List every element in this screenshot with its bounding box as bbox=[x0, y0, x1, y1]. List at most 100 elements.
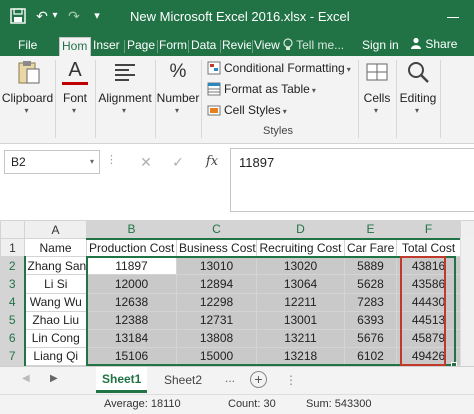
cell-b2[interactable]: 11897 bbox=[86, 256, 177, 276]
cell-d3[interactable]: 13064 bbox=[256, 274, 345, 294]
cell-styles-button[interactable]: Cell Styles ▾ bbox=[207, 100, 287, 120]
cell-d6[interactable]: 13211 bbox=[256, 328, 345, 348]
row-header[interactable]: 1 bbox=[0, 238, 25, 258]
tab-view[interactable]: View bbox=[254, 37, 282, 56]
cell-e6[interactable]: 5676 bbox=[344, 328, 397, 348]
cell-e2[interactable]: 5889 bbox=[344, 256, 397, 276]
cell-f5[interactable]: 44513 bbox=[396, 310, 461, 330]
row-header[interactable]: 2 bbox=[0, 256, 26, 276]
cell-c5[interactable]: 12731 bbox=[176, 310, 257, 330]
name-box[interactable]: B2 ▾ bbox=[4, 150, 100, 174]
cell-f6[interactable]: 45879 bbox=[396, 328, 461, 348]
cell-c4[interactable]: 12298 bbox=[176, 292, 257, 312]
cell-b5[interactable]: 12388 bbox=[86, 310, 177, 330]
clipboard-group[interactable]: Clipboard ▾ bbox=[0, 56, 55, 144]
font-label: Font bbox=[62, 91, 87, 105]
next-sheet-icon[interactable]: ▶ bbox=[50, 373, 58, 384]
cell-f2[interactable]: 43816 bbox=[396, 256, 461, 276]
column-header-b[interactable]: B bbox=[86, 219, 177, 240]
cell-b4[interactable]: 12638 bbox=[86, 292, 177, 312]
cell-c1[interactable]: Business Cost bbox=[176, 238, 257, 258]
cell-b3[interactable]: 12000 bbox=[86, 274, 177, 294]
tab-splitter-icon[interactable]: ⋮ bbox=[285, 373, 297, 387]
row-header[interactable]: 7 bbox=[0, 346, 26, 367]
cell-b7[interactable]: 15106 bbox=[86, 346, 177, 367]
more-sheets-icon[interactable]: ... bbox=[225, 371, 235, 385]
cell-e5[interactable]: 6393 bbox=[344, 310, 397, 330]
cell-f4[interactable]: 44430 bbox=[396, 292, 461, 312]
font-group[interactable]: A Font ▾ bbox=[56, 56, 94, 144]
sheet-tab-sheet1[interactable]: Sheet1 bbox=[96, 367, 148, 393]
formula-input[interactable]: 11897 bbox=[230, 148, 474, 212]
cancel-icon[interactable]: ✕ bbox=[136, 150, 156, 174]
vertical-scrollbar[interactable] bbox=[460, 238, 474, 366]
cell-d4[interactable]: 12211 bbox=[256, 292, 345, 312]
editing-group[interactable]: Editing ▾ bbox=[397, 56, 439, 144]
cell-e7[interactable]: 6102 bbox=[344, 346, 397, 367]
cell-c3[interactable]: 12894 bbox=[176, 274, 257, 294]
undo-dropdown-icon[interactable]: ▾ bbox=[50, 6, 60, 26]
cell-c2[interactable]: 13010 bbox=[176, 256, 257, 276]
cell-a5[interactable]: Zhao Liu bbox=[24, 310, 87, 330]
cell-d2[interactable]: 13020 bbox=[256, 256, 345, 276]
cell-c7[interactable]: 15000 bbox=[176, 346, 257, 367]
tab-data[interactable]: Data bbox=[191, 37, 219, 56]
select-all-corner[interactable] bbox=[0, 219, 25, 240]
cell-a1[interactable]: Name bbox=[24, 238, 87, 258]
chevron-down-icon: ▾ bbox=[346, 65, 351, 74]
undo-icon[interactable]: ↶ bbox=[34, 6, 50, 26]
column-header-c[interactable]: C bbox=[176, 219, 257, 240]
tab-review[interactable]: Revie bbox=[222, 37, 251, 56]
format-as-table-icon bbox=[207, 82, 221, 96]
cell-a3[interactable]: Li Si bbox=[24, 274, 87, 294]
worksheet-grid[interactable]: A B C D E F 1 Name Production Cost Busin… bbox=[0, 219, 474, 367]
sign-in-link[interactable]: Sign in bbox=[362, 37, 399, 55]
row-header[interactable]: 4 bbox=[0, 292, 26, 312]
column-header-d[interactable]: D bbox=[256, 219, 345, 240]
cell-f3[interactable]: 43586 bbox=[396, 274, 461, 294]
drag-handle-icon[interactable]: ⋮ bbox=[106, 153, 118, 166]
customize-qat-icon[interactable]: ▾ bbox=[90, 6, 104, 26]
add-sheet-icon[interactable]: + bbox=[250, 371, 267, 388]
enter-icon[interactable]: ✓ bbox=[168, 150, 188, 174]
insert-function-button[interactable]: fx bbox=[201, 150, 223, 174]
column-header-a[interactable]: A bbox=[24, 219, 87, 240]
sheet-tab-sheet2[interactable]: Sheet2 bbox=[158, 367, 208, 393]
column-header-e[interactable]: E bbox=[344, 219, 397, 240]
cell-d1[interactable]: Recruiting Cost bbox=[256, 238, 345, 258]
cell-a6[interactable]: Lin Cong bbox=[24, 328, 87, 348]
cell-a7[interactable]: Liang Qi bbox=[24, 346, 87, 367]
cell-d7[interactable]: 13218 bbox=[256, 346, 345, 367]
cell-a4[interactable]: Wang Wu bbox=[24, 292, 87, 312]
alignment-group[interactable]: Alignment ▾ bbox=[96, 56, 154, 144]
tab-page-layout[interactable]: Page bbox=[127, 37, 156, 56]
redo-icon[interactable]: ↷ bbox=[66, 6, 82, 26]
tab-formulas[interactable]: Form bbox=[159, 37, 187, 56]
tell-me-search[interactable]: Tell me... bbox=[283, 37, 344, 55]
minimize-icon[interactable] bbox=[440, 8, 466, 26]
tab-file[interactable]: File bbox=[18, 37, 37, 56]
cell-d5[interactable]: 13001 bbox=[256, 310, 345, 330]
cell-c6[interactable]: 13808 bbox=[176, 328, 257, 348]
cell-e3[interactable]: 5628 bbox=[344, 274, 397, 294]
cell-e4[interactable]: 7283 bbox=[344, 292, 397, 312]
column-header-f[interactable]: F bbox=[396, 219, 461, 240]
share-button[interactable]: Share bbox=[410, 36, 457, 55]
cell-b6[interactable]: 13184 bbox=[86, 328, 177, 348]
conditional-formatting-button[interactable]: Conditional Formatting ▾ bbox=[207, 58, 351, 78]
cells-group[interactable]: Cells ▾ bbox=[359, 56, 395, 144]
cell-a2[interactable]: Zhang San bbox=[24, 256, 87, 276]
cell-f1[interactable]: Total Cost bbox=[396, 238, 461, 258]
format-as-table-button[interactable]: Format as Table ▾ bbox=[207, 79, 316, 99]
tab-insert[interactable]: Inser bbox=[93, 37, 123, 56]
cell-e1[interactable]: Car Fare bbox=[344, 238, 397, 258]
save-icon[interactable] bbox=[8, 6, 28, 26]
row-header[interactable]: 3 bbox=[0, 274, 26, 294]
cell-b1[interactable]: Production Cost bbox=[86, 238, 177, 258]
row-header[interactable]: 6 bbox=[0, 328, 26, 348]
row-header[interactable]: 5 bbox=[0, 310, 26, 330]
previous-sheet-icon[interactable]: ◀ bbox=[22, 373, 30, 384]
number-group[interactable]: % Number ▾ bbox=[156, 56, 200, 144]
column-header-filler bbox=[460, 219, 474, 240]
tab-home[interactable]: Hom bbox=[59, 37, 91, 56]
